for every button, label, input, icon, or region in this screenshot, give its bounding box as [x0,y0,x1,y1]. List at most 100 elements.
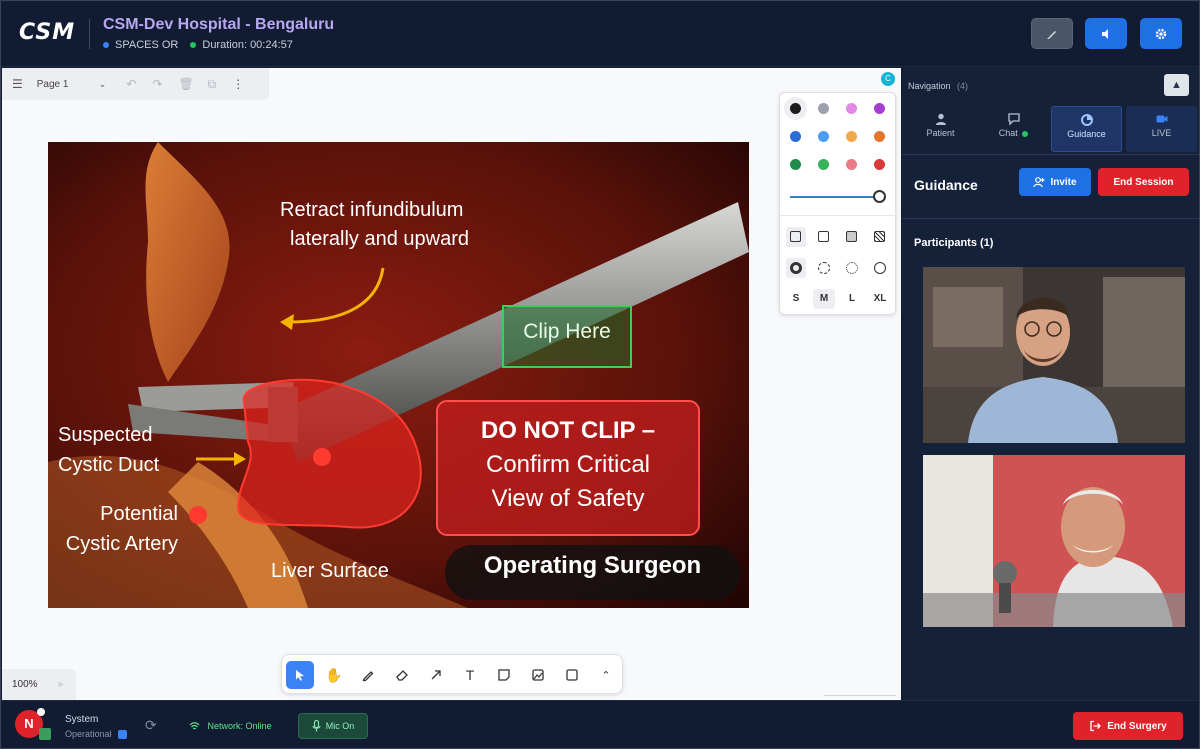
size-option-l[interactable]: L [842,289,862,309]
draw-tool[interactable] [354,661,382,689]
room-status: SPACES OR [103,39,178,51]
hand-tool[interactable]: ✋ [320,661,348,689]
collaborator-avatar[interactable]: C [881,72,895,86]
right-panel: Navigation (4) ▲ Patient Chat Guidance L… [902,68,1199,700]
mic-icon [312,720,321,732]
surgical-image[interactable]: Retract infundibulum laterally and upwar… [48,142,749,608]
undo-icon[interactable]: ↶ [126,77,136,91]
fill-none-icon [790,231,801,242]
logo: CSM [19,20,76,45]
end-surgery-button[interactable]: End Surgery [1073,712,1183,740]
minimap-edge [824,695,896,696]
more-icon[interactable]: ⋮ [232,77,244,91]
refresh-icon[interactable]: ⟳ [145,717,157,734]
trash-icon[interactable]: 🗑 [178,77,193,91]
suspected-line-1: Suspected [58,424,153,446]
size-option-m[interactable]: M [813,289,835,309]
potential-annotation: Potential Cystic Artery [48,499,178,559]
tab-label: Chat [998,128,1018,138]
rectangle-tool[interactable] [558,661,586,689]
color-swatch[interactable] [846,103,857,114]
session-info: SPACES OR Duration: 00:24:57 [103,39,293,51]
page-bar: ☰ Page 1 ⌄ ↶ ↷ 🗑 ⧉ ⋮ [2,68,269,100]
mic-toggle-button[interactable]: Mic On [298,713,368,739]
stroke-dotted-icon[interactable] [846,262,858,274]
note-tool[interactable] [490,661,518,689]
fill-semi-icon[interactable] [818,231,829,242]
opacity-slider-handle[interactable] [873,190,886,203]
tab-chat[interactable]: Chat [978,106,1049,152]
network-label: Network: Online [207,721,272,731]
info-icon[interactable] [118,730,128,740]
chevron-down-icon[interactable]: ⌄ [99,79,107,90]
color-swatch[interactable] [790,159,801,170]
self-video[interactable] [923,455,1185,627]
copy-icon[interactable]: ⧉ [208,77,217,92]
zoom-level[interactable]: 100% [12,679,38,690]
chevron-up-icon: ⌃ [601,669,611,682]
end-session-button[interactable]: End Session [1098,168,1189,196]
text-icon: T [465,667,475,683]
color-swatch[interactable] [818,131,829,142]
stroke-dashed-icon[interactable] [818,262,830,274]
surgeon-label: Operating Surgeon [483,552,702,579]
annotate-button[interactable] [1031,18,1073,49]
color-swatch[interactable] [818,103,829,114]
expand-icon[interactable]: » [58,679,64,690]
text-tool[interactable]: T [456,661,484,689]
whiteboard-canvas[interactable]: ☰ Page 1 ⌄ ↶ ↷ 🗑 ⧉ ⋮ C Retract infundibu… [2,68,901,700]
color-swatch[interactable] [874,103,885,114]
invite-button[interactable]: Invite [1019,168,1091,196]
arrow-icon [431,670,441,680]
color-swatch[interactable] [874,131,885,142]
size-option-s[interactable]: S [786,289,806,309]
opacity-slider-track[interactable] [790,196,878,198]
fill-solid-icon[interactable] [846,231,857,242]
clip-here-label: Clip Here [523,320,611,343]
status-text: Operational [65,729,112,739]
tab-guidance[interactable]: Guidance [1051,106,1122,152]
color-swatch[interactable] [818,159,829,170]
color-swatch[interactable] [790,103,801,114]
audio-button[interactable] [1085,18,1127,49]
chat-icon [1007,113,1020,126]
potential-line-2: Cystic Artery [65,533,178,555]
duration-status: Duration: 00:24:57 [190,39,293,51]
participant-video[interactable] [923,267,1185,443]
color-swatch[interactable] [846,131,857,142]
tab-live[interactable]: LIVE [1126,106,1197,152]
settings-button[interactable] [1140,18,1182,49]
duration-label: Duration: 00:24:57 [202,39,293,51]
cursor-icon [296,670,304,681]
select-tool[interactable] [286,661,314,689]
fill-pattern-icon[interactable] [874,231,885,242]
image-tool[interactable] [524,661,552,689]
marker-dot[interactable] [313,448,331,466]
sticky-note-icon [498,669,510,681]
artery-marker-dot[interactable] [189,506,207,524]
palette-divider [780,215,897,216]
color-swatch[interactable] [790,131,801,142]
system-label: System [65,714,99,725]
collapse-button[interactable]: ▲ [1164,74,1189,96]
redo-icon[interactable]: ↷ [152,77,162,91]
size-option-xl[interactable]: XL [869,289,891,309]
notification-dot-icon [37,708,45,716]
tab-patient[interactable]: Patient [905,106,976,152]
menu-icon[interactable]: ☰ [12,77,23,91]
room-label: SPACES OR [115,39,179,51]
hand-icon: ✋ [325,666,343,683]
page-selector-label[interactable]: Page 1 [37,79,97,90]
eraser-icon [396,670,408,681]
color-swatch[interactable] [846,159,857,170]
style-palette: S M L XL [779,92,897,315]
end-session-label: End Session [1113,176,1174,188]
more-tools-button[interactable]: ⌃ [592,661,620,689]
navigation-count: (4) [957,81,969,91]
arrow-tool[interactable] [422,661,450,689]
rectangle-icon [566,669,578,681]
eraser-tool[interactable] [388,661,416,689]
color-swatch[interactable] [874,159,885,170]
guidance-title: Guidance [914,177,978,193]
stroke-thin-icon[interactable] [874,262,886,274]
